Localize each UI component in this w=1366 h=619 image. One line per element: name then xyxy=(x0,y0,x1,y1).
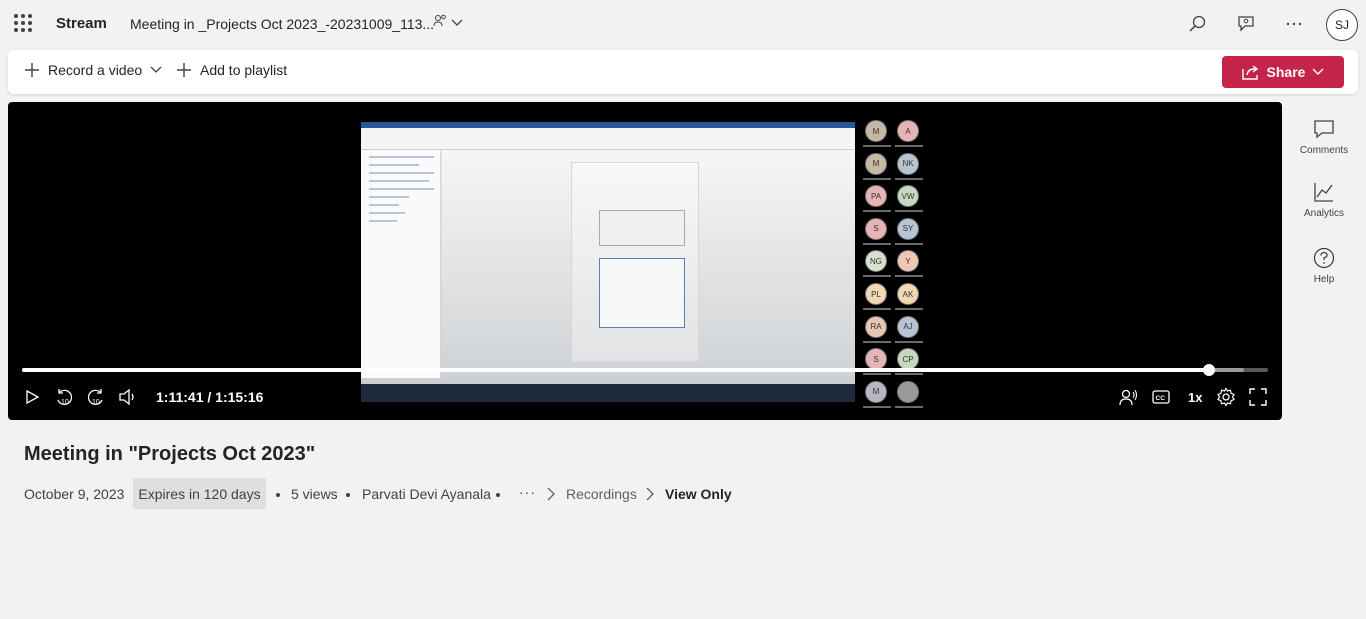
participant-name-bar xyxy=(863,405,891,408)
participant-avatar: SY xyxy=(897,217,919,240)
chevron-down-icon xyxy=(1312,68,1324,75)
captions-icon[interactable]: CC xyxy=(1151,387,1171,407)
play-icon[interactable] xyxy=(22,387,42,407)
top-bar: Stream Meeting in _Projects Oct 2023_-20… xyxy=(0,0,1366,48)
svg-text:10: 10 xyxy=(92,399,100,406)
record-video-label: Record a video xyxy=(48,62,143,78)
separator-dot xyxy=(276,493,280,497)
participant-avatar: PL xyxy=(865,283,887,305)
chevron-down-icon[interactable] xyxy=(451,18,463,28)
participant-name-bar xyxy=(895,242,923,245)
participant-gallery: M A M NK PA VW S SY NG Y PL AK RA AJ S CP M xyxy=(863,120,923,408)
participant-avatar: AJ xyxy=(897,315,919,338)
owner-name[interactable]: Parvati Devi Ayanala xyxy=(362,486,491,502)
comments-button[interactable]: Comments xyxy=(1294,118,1354,156)
video-player[interactable]: M A M NK PA VW S SY NG Y PL AK RA AJ S CP M 10 10 1:11:4… xyxy=(8,102,1282,420)
file-title[interactable]: Meeting in _Projects Oct 2023_-20231009_… xyxy=(130,16,434,32)
participant-name-bar xyxy=(863,308,891,310)
participant-avatar: VW xyxy=(897,185,919,208)
analytics-button[interactable]: Analytics xyxy=(1294,181,1354,219)
participant-name-bar xyxy=(895,210,923,213)
svg-text:CC: CC xyxy=(1156,395,1166,402)
more-icon[interactable] xyxy=(1282,12,1306,36)
participant-name-bar xyxy=(895,177,923,180)
help-label: Help xyxy=(1313,274,1335,285)
breadcrumb-recordings[interactable]: Recordings xyxy=(566,486,637,502)
participant-avatar: NG xyxy=(865,250,887,273)
participant-name-bar xyxy=(863,145,891,147)
participant-name-bar xyxy=(895,373,923,376)
plus-icon xyxy=(25,63,39,77)
participant-avatar: S xyxy=(865,217,887,240)
plus-icon xyxy=(177,63,191,77)
progress-bar[interactable] xyxy=(22,364,1268,376)
help-icon xyxy=(1313,247,1335,269)
time-display: 1:11:41 / 1:15:16 xyxy=(156,389,264,405)
view-count: 5 views xyxy=(291,486,338,502)
avatar[interactable]: SJ xyxy=(1326,9,1358,41)
participant-avatar: A xyxy=(897,120,919,142)
participant-name-bar xyxy=(863,177,891,180)
participant-avatar: S xyxy=(865,348,887,371)
participant-name-bar xyxy=(863,340,891,343)
participant-name-bar xyxy=(895,308,923,310)
played-bar xyxy=(22,368,1210,372)
share-icon xyxy=(1241,65,1258,80)
analytics-label: Analytics xyxy=(1303,208,1344,219)
comments-label: Comments xyxy=(1299,145,1349,156)
record-video-button[interactable]: Record a video xyxy=(24,62,162,78)
chart-icon xyxy=(1314,183,1333,202)
participant-name-bar xyxy=(863,275,891,278)
permission-label: View Only xyxy=(665,486,732,502)
participant-avatar: M xyxy=(865,380,887,403)
share-button[interactable]: Share xyxy=(1222,56,1344,88)
participant-avatar: M xyxy=(865,152,887,175)
participant-avatar: CP xyxy=(897,348,919,371)
participant-name-bar xyxy=(895,145,923,147)
feedback-icon[interactable] xyxy=(1234,12,1258,36)
playback-speed-button[interactable]: 1x xyxy=(1188,390,1202,405)
settings-gear-icon[interactable] xyxy=(1216,387,1236,407)
comment-icon xyxy=(1314,120,1334,139)
add-to-playlist-label: Add to playlist xyxy=(200,62,288,78)
transcript-icon[interactable] xyxy=(1118,387,1138,407)
participant-avatar: Y xyxy=(897,250,919,273)
people-icon xyxy=(433,14,446,27)
video-title: Meeting in "Projects Oct 2023" xyxy=(24,443,316,465)
participant-name-bar xyxy=(863,210,891,213)
participant-name-bar xyxy=(895,405,923,408)
add-to-playlist-button[interactable]: Add to playlist xyxy=(176,62,287,78)
participant-name-bar xyxy=(895,275,923,278)
fullscreen-icon[interactable] xyxy=(1248,387,1268,407)
breadcrumb-more-button[interactable]: ··· xyxy=(519,484,536,500)
volume-icon[interactable] xyxy=(118,387,138,407)
video-frame xyxy=(361,122,855,402)
separator-dot xyxy=(346,493,350,497)
rewind-10-icon[interactable]: 10 xyxy=(54,387,74,407)
separator-dot xyxy=(496,493,500,497)
participant-avatar: M xyxy=(865,120,887,142)
participant-name-bar xyxy=(863,242,891,245)
forward-10-icon[interactable]: 10 xyxy=(86,387,106,407)
waffle-icon[interactable] xyxy=(14,14,32,32)
chevron-right-icon xyxy=(646,487,654,501)
upload-date: October 9, 2023 xyxy=(24,486,125,502)
command-bar: Record a video Add to playlist Share xyxy=(8,50,1358,94)
chevron-down-icon xyxy=(150,66,162,73)
participant-avatar: RA xyxy=(865,315,887,338)
share-label: Share xyxy=(1266,64,1306,80)
app-name[interactable]: Stream xyxy=(56,15,107,32)
expires-badge[interactable]: Expires in 120 days xyxy=(133,478,266,509)
participant-avatar: NK xyxy=(897,152,919,175)
participant-name-bar xyxy=(863,373,891,376)
participant-avatar xyxy=(897,380,919,403)
participant-name-bar xyxy=(895,340,923,343)
svg-text:10: 10 xyxy=(61,399,69,406)
help-button[interactable]: Help xyxy=(1294,247,1354,285)
search-icon[interactable] xyxy=(1186,12,1210,36)
scrubber-handle[interactable] xyxy=(1203,364,1216,376)
chevron-right-icon xyxy=(547,487,555,501)
participant-avatar: AK xyxy=(897,283,919,305)
participant-avatar: PA xyxy=(865,185,887,208)
